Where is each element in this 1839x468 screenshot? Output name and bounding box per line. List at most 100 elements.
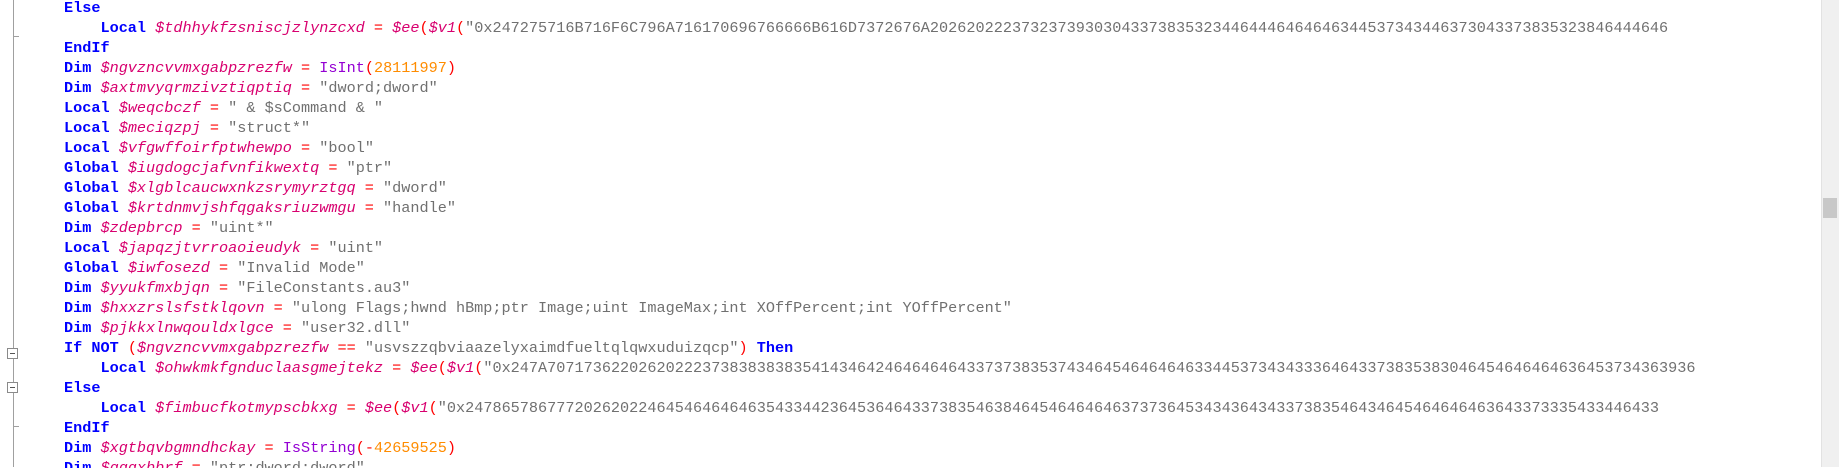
code-line[interactable]: Local $meciqzpj = "struct*" <box>64 118 1815 138</box>
code-line[interactable]: Global $krtdnmvjshfqgaksriuzwmgu = "hand… <box>64 198 1815 218</box>
keyword-token: Dim <box>64 299 92 317</box>
keyword-token: Global <box>64 179 119 197</box>
keyword-token: NOT <box>91 339 119 357</box>
code-line[interactable]: Global $iwfosezd = "Invalid Mode" <box>64 258 1815 278</box>
string-token: "FileConstants.au3" <box>237 279 411 297</box>
string-token: "0x247A707173622026202223738383838354143… <box>483 359 1696 377</box>
code-line[interactable]: Dim $xgtbqvbgmndhckay = IsString(-426595… <box>64 438 1815 458</box>
code-line[interactable]: EndIf <box>64 418 1815 438</box>
code-line[interactable]: Global $iugdogcjafvnfikwextq = "ptr" <box>64 158 1815 178</box>
string-token: " & $sCommand & " <box>228 99 384 117</box>
code-editor[interactable]: Else Local $tdhhykfzsniscjzlynzcxd = $ee… <box>64 0 1815 468</box>
operator-token: = <box>301 139 311 157</box>
code-line[interactable]: Local $vfgwffoirfptwhewpo = "bool" <box>64 138 1815 158</box>
code-line[interactable]: Else <box>64 0 1815 18</box>
code-line[interactable]: EndIf <box>64 38 1815 58</box>
variable-token: $krtdnmvjshfqgaksriuzwmgu <box>127 199 356 217</box>
code-line[interactable]: Dim $pjkkxlnwqouldxlgce = "user32.dll" <box>64 318 1815 338</box>
code-line[interactable]: Dim $axtmvyqrmzivztiqptiq = "dword;dword… <box>64 78 1815 98</box>
string-token: "handle" <box>383 199 456 217</box>
operator-token: ( <box>419 19 429 37</box>
keyword-token: Dim <box>64 79 92 97</box>
keyword-token: Global <box>64 159 119 177</box>
operator-token: = <box>301 59 311 77</box>
operator-token: = <box>218 259 229 277</box>
scrollbar-thumb[interactable] <box>1823 198 1837 218</box>
code-line[interactable]: Else <box>64 378 1815 398</box>
fold-end-marker <box>13 36 19 37</box>
operator-token: = <box>264 439 274 457</box>
variable-token: $yyukfmxbjqn <box>100 279 210 297</box>
keyword-token: Local <box>64 139 110 157</box>
keyword-token: EndIf <box>64 39 110 57</box>
code-line[interactable]: Local $ohwkmkfgnduclaasgmejtekz = $ee($v… <box>64 358 1815 378</box>
function-token: IsInt <box>319 59 365 77</box>
variable-token: $tdhhykfzsniscjzlynzcxd <box>155 19 365 37</box>
string-token: "user32.dll" <box>301 319 411 337</box>
operator-token: = <box>282 319 292 337</box>
keyword-token: Dim <box>64 279 92 297</box>
operator-token: = <box>364 179 374 197</box>
vertical-scrollbar[interactable] <box>1821 0 1839 467</box>
code-line[interactable]: Local $weqcbczf = " & $sCommand & " <box>64 98 1815 118</box>
fold-toggle-icon[interactable] <box>7 348 18 359</box>
code-line[interactable]: Dim $yyukfmxbjqn = "FileConstants.au3" <box>64 278 1815 298</box>
variable-token: $xgtbqvbgmndhckay <box>100 439 256 457</box>
code-line[interactable]: Local $japqzjtvrroaoieudyk = "uint" <box>64 238 1815 258</box>
code-line[interactable]: Local $tdhhykfzsniscjzlynzcxd = $ee($v1(… <box>64 18 1815 38</box>
operator-token: ( <box>455 19 466 37</box>
function-token: IsString <box>282 439 356 457</box>
keyword-token: Dim <box>64 219 92 237</box>
code-line[interactable]: If NOT ($ngvzncvvmxgabpzrezfw == "usvszz… <box>64 338 1815 358</box>
operator-token: ) <box>446 59 456 77</box>
keyword-token: Dim <box>64 319 92 337</box>
operator-token: = <box>273 299 283 317</box>
keyword-token: EndIf <box>64 419 110 437</box>
operator-token: ) <box>738 339 748 357</box>
keyword-token: Global <box>64 199 119 217</box>
code-line[interactable]: Dim $hxxzrslsfstklqovn = "ulong Flags;hw… <box>64 298 1815 318</box>
variable-token: $ee <box>410 359 438 377</box>
code-line[interactable]: Local $fimbucfkotmypscbkxg = $ee($v1("0x… <box>64 398 1815 418</box>
string-token: "ptr" <box>346 159 393 177</box>
variable-token: $ngvzncvvmxgabpzrezfw <box>100 59 292 77</box>
operator-token: = <box>346 399 356 417</box>
variable-token: $v1 <box>401 399 429 417</box>
operator-token: = <box>373 19 384 37</box>
operator-token: - <box>364 439 374 457</box>
operator-token: ( <box>428 399 438 417</box>
string-token: "uint" <box>328 239 384 257</box>
fold-gutter <box>0 0 22 467</box>
string-token: "struct*" <box>228 119 311 137</box>
variable-token: $japqzjtvrroaoieudyk <box>118 239 301 257</box>
fold-end-marker <box>13 426 19 427</box>
operator-token: ) <box>446 439 457 457</box>
code-line[interactable]: Dim $zdepbrcp = "uint*" <box>64 218 1815 238</box>
operator-token: = <box>209 99 219 117</box>
code-line[interactable]: Dim $ngvzncvvmxgabpzrezfw = IsInt(281119… <box>64 58 1815 78</box>
code-line[interactable]: Global $xlgblcaucwxnkzsrymyrztgq = "dwor… <box>64 178 1815 198</box>
fold-toggle-icon[interactable] <box>7 382 18 393</box>
